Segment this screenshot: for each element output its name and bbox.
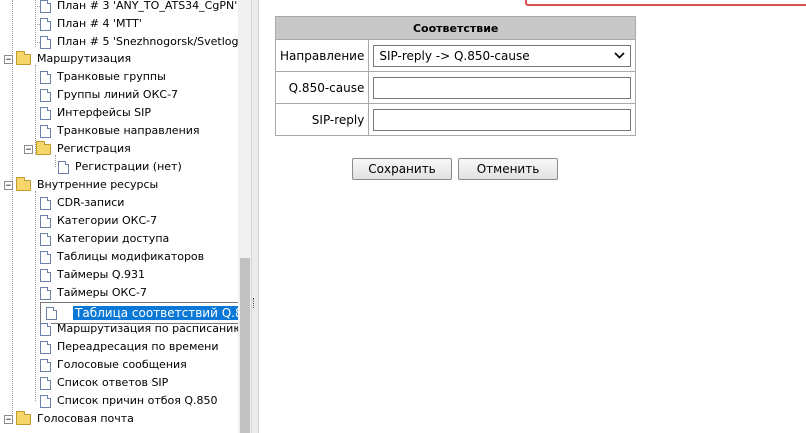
folder-open-icon <box>36 140 51 155</box>
tree-item-schedule-routing[interactable]: Маршрутизация по расписанию <box>40 320 238 338</box>
tree-item-label: Категории ОКС-7 <box>57 214 158 227</box>
tree-item-trunk-directions[interactable]: Транковые направления <box>40 122 202 140</box>
document-icon <box>40 232 51 246</box>
tree-folder-voicemail[interactable]: − Голосовая почта <box>4 410 136 428</box>
tree-item-q931-timers[interactable]: Таймеры Q.931 <box>40 266 147 284</box>
document-icon <box>40 70 51 84</box>
tree-scrollbar-thumb[interactable] <box>240 258 250 433</box>
save-button[interactable]: Сохранить <box>352 158 452 180</box>
q850-cell <box>368 71 637 104</box>
tree-item-cdr-records[interactable]: CDR-записи <box>40 194 126 212</box>
document-icon <box>40 196 51 210</box>
document-icon <box>40 250 51 264</box>
folder-open-icon <box>16 410 31 425</box>
form-title: Соответствие <box>274 16 637 40</box>
popup-edge <box>525 0 806 6</box>
direction-select[interactable]: SIP-reply -> Q.850-cause <box>373 44 632 67</box>
document-icon <box>40 358 51 372</box>
tree-item-label: Маршрутизация по расписанию <box>57 322 238 335</box>
document-icon <box>40 322 51 336</box>
document-icon <box>46 306 57 320</box>
tree-item-label: CDR-записи <box>57 196 125 209</box>
tree-item-trunk-groups[interactable]: Транковые группы <box>40 68 168 86</box>
tree-item-plan-5[interactable]: План # 5 'Snezhnogorsk/Svetlogorsk' <box>40 33 238 51</box>
tree-item-voice-messages[interactable]: Голосовые сообщения <box>40 356 189 374</box>
tree-folder-registration[interactable]: − Регистрация <box>24 140 133 158</box>
chevron-down-icon <box>614 52 625 59</box>
document-icon <box>40 106 51 120</box>
tree-item-label: Транковые направления <box>57 124 200 137</box>
sip-reply-input[interactable] <box>373 108 632 131</box>
tree-item-access-categories[interactable]: Категории доступа <box>40 230 171 248</box>
tree-item-label: Внутренние ресурсы <box>37 178 159 191</box>
tree-item-label: Регистрации (нет) <box>75 160 182 173</box>
document-icon <box>40 376 51 390</box>
tree-item-ss7-timers[interactable]: Таймеры ОКС-7 <box>40 284 149 302</box>
tree-item-label: План # 4 'МТТ' <box>57 17 142 30</box>
tree-item-label: Список причин отбоя Q.850 <box>57 394 218 407</box>
tree-item-registrations[interactable]: Регистрации (нет) <box>58 158 184 176</box>
tree-item-time-forwarding[interactable]: Переадресация по времени <box>40 338 220 356</box>
tree-item-label: Регистрация <box>57 142 131 155</box>
document-icon <box>40 35 51 49</box>
tree-item-label: Транковые группы <box>57 70 166 83</box>
tree-item-label: Список ответов SIP <box>57 376 169 389</box>
document-icon <box>40 286 51 300</box>
cancel-button[interactable]: Отменить <box>458 158 558 180</box>
tree-item-label: План # 5 'Snezhnogorsk/Svetlogorsk' <box>57 35 238 48</box>
tree-item-label: Интерфейсы SIP <box>57 106 151 119</box>
tree-item-label: Категории доступа <box>57 232 170 245</box>
direction-select-value: SIP-reply -> Q.850-cause <box>379 48 530 63</box>
tree-item-sip-responses[interactable]: Список ответов SIP <box>40 374 170 392</box>
document-icon <box>40 340 51 354</box>
folder-open-icon <box>16 50 31 65</box>
splitter-grip-icon <box>253 298 256 308</box>
tree-folder-routing[interactable]: − Маршрутизация <box>4 50 133 68</box>
document-icon <box>40 124 51 138</box>
tree-item-label: Таблица соответствий Q.850-caus <box>73 306 238 320</box>
tree-item-ss7-categories[interactable]: Категории ОКС-7 <box>40 212 159 230</box>
sip-reply-label: SIP-reply <box>274 103 370 136</box>
document-icon <box>40 214 51 228</box>
tree-item-label: Таймеры Q.931 <box>57 268 145 281</box>
tree-item-sip-interfaces[interactable]: Интерфейсы SIP <box>40 104 153 122</box>
tree-item-label: План # 3 'ANY_TO_ATS34_CgPN' <box>57 0 238 12</box>
direction-label: Направление <box>274 39 370 72</box>
document-icon <box>40 0 51 13</box>
document-icon <box>58 160 69 174</box>
tree-folder-internal-resources[interactable]: − Внутренние ресурсы <box>4 176 160 194</box>
document-icon <box>40 88 51 102</box>
navigation-tree: План # 3 'ANY_TO_ATS34_CgPN' План # 4 'М… <box>0 0 238 433</box>
tree-item-label: Маршрутизация <box>37 52 132 65</box>
tree-item-label: Голосовые сообщения <box>57 358 187 371</box>
mapping-form: Соответствие Направление SIP-reply -> Q.… <box>274 16 637 136</box>
tree-line <box>35 191 36 401</box>
direction-cell: SIP-reply -> Q.850-cause <box>368 39 637 72</box>
q850-label: Q.850-cause <box>274 71 370 104</box>
tree-item-ss7-line-groups[interactable]: Группы линий ОКС-7 <box>40 86 180 104</box>
tree-item-label: Голосовая почта <box>37 412 134 425</box>
tree-item-modifier-tables[interactable]: Таблицы модификаторов <box>40 248 206 266</box>
sip-reply-cell <box>368 103 637 136</box>
tree-item-label: Группы линий ОКС-7 <box>57 88 179 101</box>
tree-item-label: Таймеры ОКС-7 <box>57 286 147 299</box>
tree-item-label: Переадресация по времени <box>57 340 219 353</box>
tree-item-q850-release-causes[interactable]: Список причин отбоя Q.850 <box>40 392 220 410</box>
tree-item-plan-4[interactable]: План # 4 'МТТ' <box>40 15 144 33</box>
document-icon <box>40 17 51 31</box>
document-icon <box>40 268 51 282</box>
collapse-toggle-icon[interactable]: − <box>4 414 13 424</box>
q850-cause-input[interactable] <box>373 76 632 99</box>
collapse-toggle-icon[interactable]: − <box>24 144 33 154</box>
pane-splitter[interactable] <box>251 0 259 433</box>
tree-item-plan-3[interactable]: План # 3 'ANY_TO_ATS34_CgPN' <box>40 0 238 15</box>
document-icon <box>40 394 51 408</box>
collapse-toggle-icon[interactable]: − <box>4 180 13 190</box>
tree-item-label: Таблицы модификаторов <box>57 250 205 263</box>
folder-open-icon <box>16 176 31 191</box>
collapse-toggle-icon[interactable]: − <box>4 54 13 64</box>
